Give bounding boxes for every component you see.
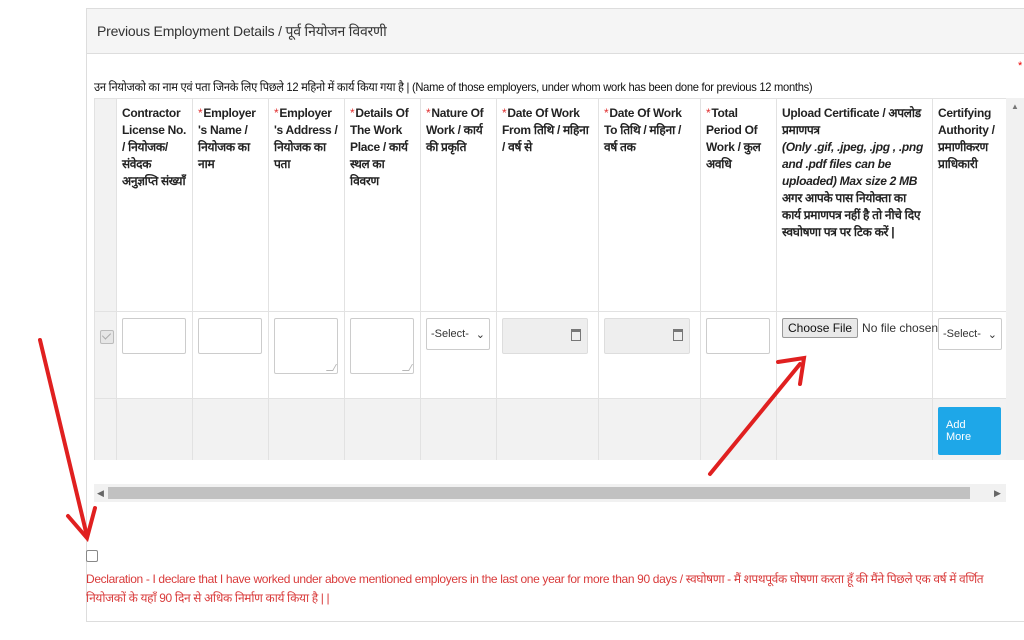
panel-title: Previous Employment Details / पूर्व नियो… [87,9,1024,54]
header-license: Contractor License No. / नियोजक/ संवेदक … [116,98,193,312]
add-more-cell: Add More [932,398,1006,460]
upload-cell: Choose File No file chosen [776,311,938,399]
date-to-input[interactable] [604,318,690,354]
calendar-icon[interactable] [571,329,581,341]
date-to-cell [598,311,701,399]
total-period-input[interactable] [706,318,770,354]
employer-address-cell [268,311,345,399]
authority-cell: -Select- ⌄ [932,311,1006,399]
choose-file-button[interactable]: Choose File [782,318,859,338]
employment-table-container: Contractor License No. / नियोजक/ संवेदक … [94,98,1006,460]
header-nature: *Nature Of Work / कार्य की प्रकृति [420,98,497,312]
date-from-input[interactable] [502,318,588,354]
upload-hint: अगर आपके पास नियोक्ता का कार्य प्रमाणपत्… [782,191,921,239]
header-total-period: *Total Period Of Work / कुल अवधि [700,98,777,312]
authority-select[interactable]: -Select- ⌄ [938,318,1002,350]
table-footer-row: Add More [94,398,1006,460]
file-status: No file chosen [862,321,939,335]
scroll-right-icon[interactable]: ▶ [994,488,1001,499]
employment-table: Contractor License No. / नियोजक/ संवेदक … [94,98,1006,460]
nature-select[interactable]: -Select- ⌄ [426,318,490,350]
chevron-down-icon: ⌄ [475,328,485,341]
header-work-place: *Details Of The Work Place / कार्य स्थल … [344,98,421,312]
license-input[interactable] [122,318,186,354]
employer-name-cell [192,311,269,399]
work-place-textarea[interactable] [350,318,414,374]
vertical-scrollbar[interactable]: ▲ [1006,98,1024,460]
declaration-text: Declaration - I declare that I have work… [86,572,984,605]
declaration-checkbox[interactable] [86,550,98,562]
header-date-from: *Date Of Work From तिथि / महिना / वर्ष स… [496,98,599,312]
header-select [94,98,117,312]
header-authority: Certifying Authority / प्रमाणीकरण प्राधि… [932,98,1006,312]
header-upload: Upload Certificate / अपलोड प्रमाणपत्र (O… [776,98,933,312]
calendar-icon[interactable] [673,329,683,341]
chevron-down-icon: ⌄ [987,328,997,341]
table-row: -Select- ⌄ Choose File No file chosen -S… [94,311,1006,399]
file-upload: Choose File No file chosen [782,318,938,338]
table-header-row: Contractor License No. / नियोजक/ संवेदक … [94,98,1006,312]
employer-address-textarea[interactable] [274,318,338,374]
row-select-cell [94,311,117,399]
nature-cell: -Select- ⌄ [420,311,497,399]
row-checkbox[interactable] [100,330,114,344]
horizontal-scrollbar[interactable]: ◀ ▶ [94,484,1006,502]
required-marker: * [1018,60,1023,72]
upload-note: (Only .gif, .jpeg, .jpg , .png and .pdf … [782,140,923,188]
scrollbar-thumb[interactable] [108,487,970,499]
total-period-cell [700,311,777,399]
header-date-to: *Date Of Work To तिथि / महिना / वर्ष तक [598,98,701,312]
header-employer-address: *Employer 's Address / नियोजक का पता [268,98,345,312]
date-from-cell [496,311,599,399]
scroll-left-icon[interactable]: ◀ [97,488,104,499]
header-employer-name: *Employer 's Name / नियोजक का नाम [192,98,269,312]
license-cell [116,311,193,399]
employer-name-input[interactable] [198,318,262,354]
scroll-up-icon[interactable]: ▲ [1011,102,1019,111]
intro-text: उन नियोजको का नाम एवं पता जिनके लिए पिछल… [94,80,813,94]
add-more-button[interactable]: Add More [938,407,1001,455]
work-place-cell [344,311,421,399]
